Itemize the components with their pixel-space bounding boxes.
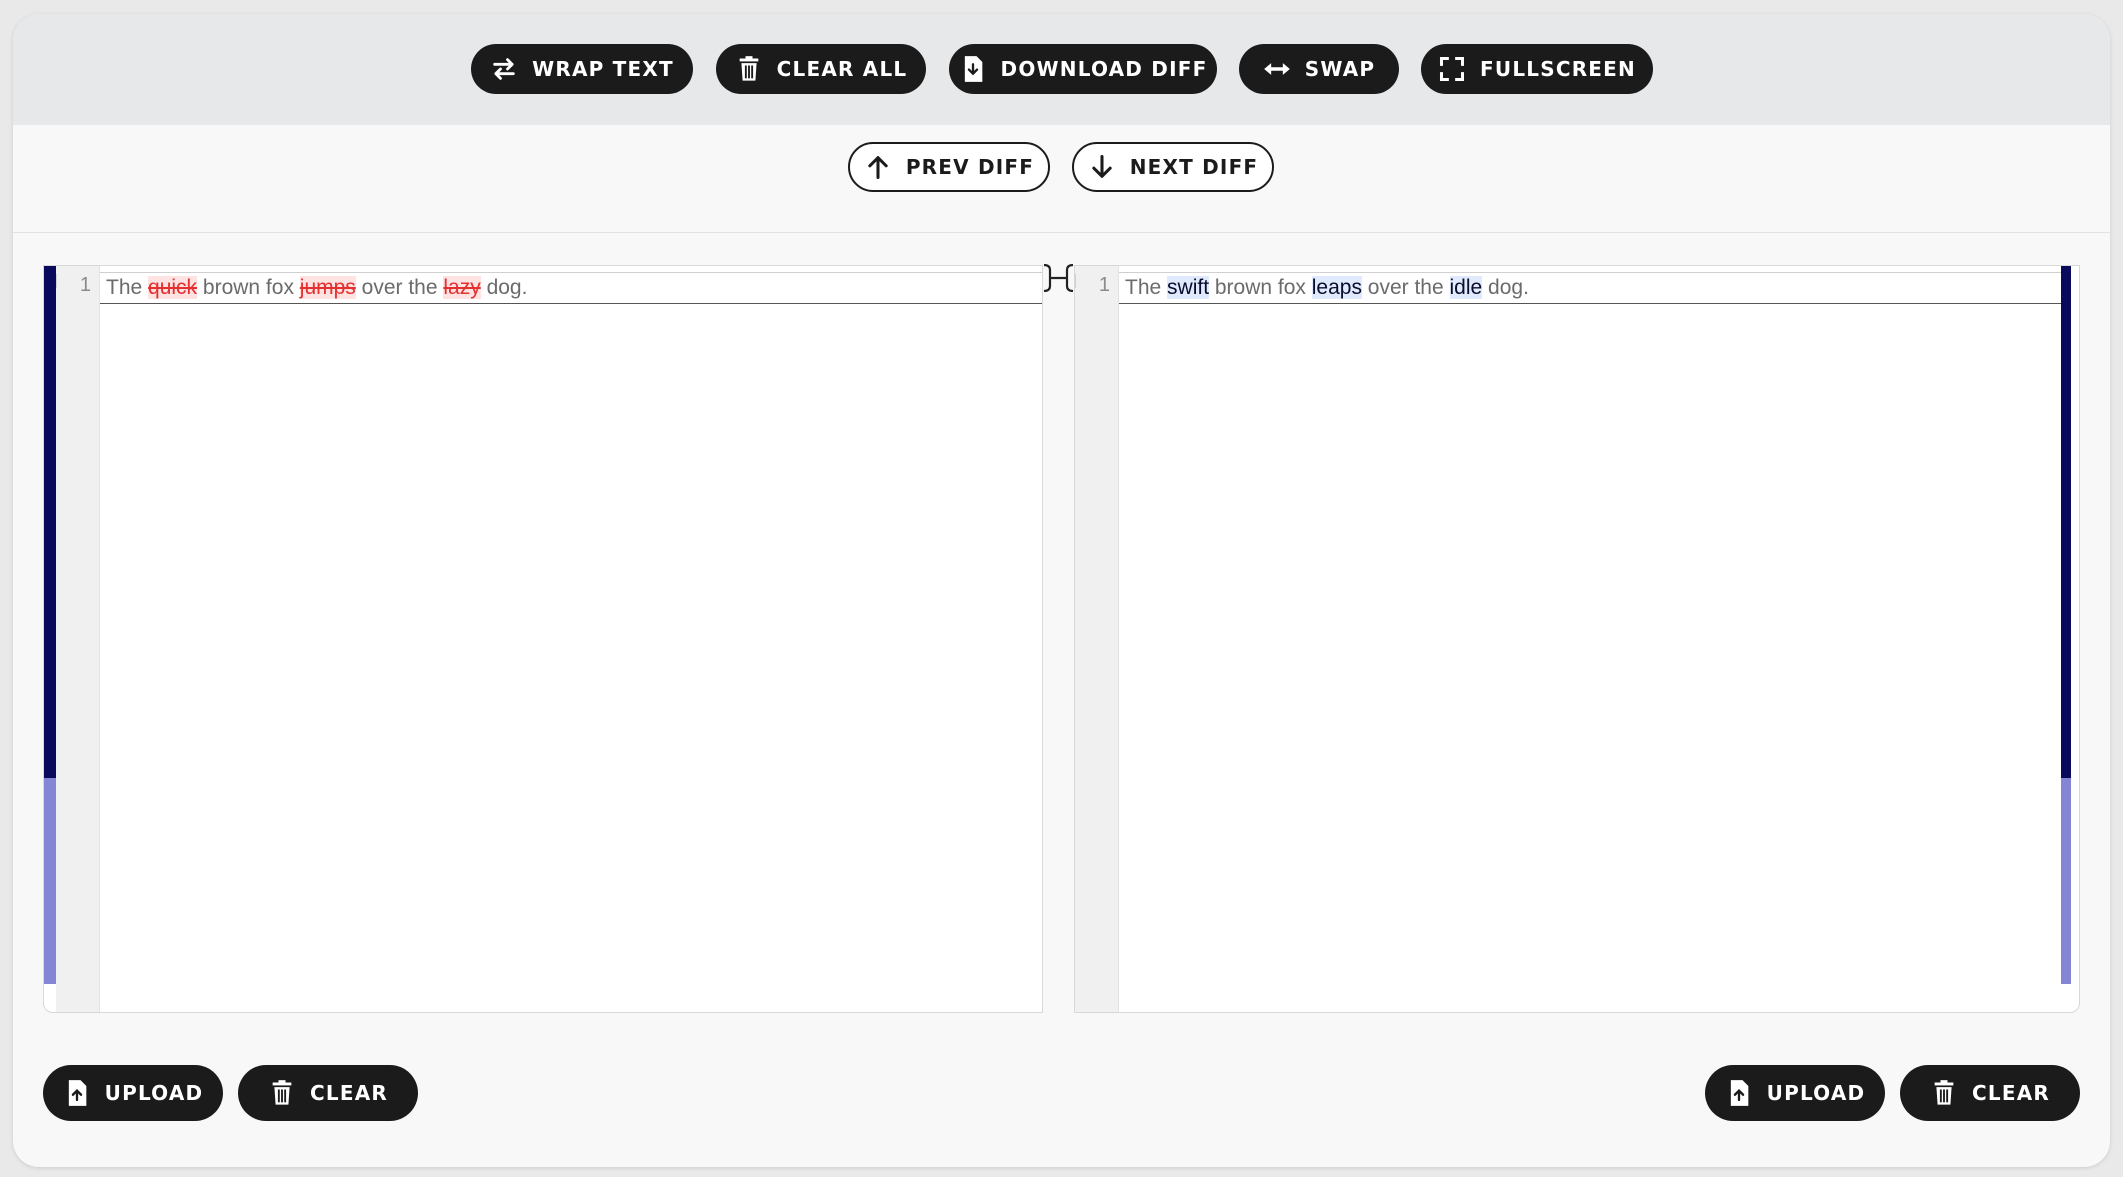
text-segment: The <box>1125 276 1168 299</box>
diff-navigation-bar: PREV DIFF NEXT DIFF <box>13 125 2110 233</box>
right-upload-button[interactable]: UPLOAD <box>1705 1065 1885 1121</box>
right-code-line[interactable]: The swift brown fox leaps over the idle … <box>1119 272 2065 304</box>
line-number: 1 <box>1098 274 1110 296</box>
clear-all-button[interactable]: CLEAR ALL <box>716 44 926 94</box>
deleted-word: jumps <box>299 276 356 299</box>
left-line-gutter: 1 <box>57 266 100 1012</box>
arrow-up-icon <box>864 153 892 181</box>
inserted-word: leaps <box>1311 276 1362 299</box>
wrap-text-label: WRAP TEXT <box>532 57 674 81</box>
left-clear-button[interactable]: CLEAR <box>238 1065 418 1121</box>
bottom-actions: UPLOAD CLEAR UPLOAD CLEAR <box>13 1034 2110 1167</box>
arrow-down-icon <box>1088 153 1116 181</box>
left-clear-label: CLEAR <box>310 1081 388 1105</box>
diff-connector-icon <box>1043 264 1074 292</box>
left-code-line[interactable]: The quick brown fox jumps over the lazy … <box>100 272 1042 304</box>
swap-arrows-icon <box>490 55 518 83</box>
prev-diff-label: PREV DIFF <box>905 155 1035 179</box>
changed-text-editor[interactable]: 1 The swift brown fox leaps over the idl… <box>1074 265 2080 1013</box>
fullscreen-button[interactable]: FULLSCREEN <box>1421 44 1653 94</box>
fullscreen-icon <box>1438 55 1466 83</box>
trash-icon <box>1930 1079 1958 1107</box>
horizontal-arrows-icon <box>1263 55 1291 83</box>
prev-diff-button[interactable]: PREV DIFF <box>848 142 1050 192</box>
right-overview-ruler[interactable] <box>2061 266 2071 984</box>
text-segment: over the <box>1361 276 1450 299</box>
text-segment: brown fox <box>1209 276 1312 299</box>
deleted-word: quick <box>148 276 198 299</box>
text-segment: dog. <box>480 276 528 299</box>
inserted-word: idle <box>1449 276 1483 299</box>
wrap-text-button[interactable]: WRAP TEXT <box>471 44 693 94</box>
original-text-editor[interactable]: 1 The quick brown fox jumps over the laz… <box>43 265 1043 1013</box>
swap-button[interactable]: SWAP <box>1239 44 1399 94</box>
top-toolbar: WRAP TEXT CLEAR ALL DOWNLOAD DIFF SWAP F… <box>13 14 2110 125</box>
file-download-icon <box>959 55 987 83</box>
text-segment: The <box>106 276 149 299</box>
right-line-gutter: 1 <box>1076 266 1119 1012</box>
diff-checker-card: WRAP TEXT CLEAR ALL DOWNLOAD DIFF SWAP F… <box>13 14 2110 1167</box>
next-diff-button[interactable]: NEXT DIFF <box>1072 142 1274 192</box>
trash-icon <box>268 1079 296 1107</box>
right-upload-label: UPLOAD <box>1766 1081 1866 1105</box>
right-clear-label: CLEAR <box>1972 1081 2050 1105</box>
download-diff-label: DOWNLOAD DIFF <box>1000 57 1208 81</box>
left-upload-button[interactable]: UPLOAD <box>43 1065 223 1121</box>
inserted-word: swift <box>1167 276 1210 299</box>
left-overview-ruler[interactable] <box>44 266 56 984</box>
clear-all-label: CLEAR ALL <box>776 57 908 81</box>
text-segment: dog. <box>1482 276 1529 299</box>
swap-label: SWAP <box>1304 57 1376 81</box>
fullscreen-label: FULLSCREEN <box>1480 57 1636 81</box>
text-segment: brown fox <box>197 276 300 299</box>
left-upload-label: UPLOAD <box>104 1081 204 1105</box>
download-diff-button[interactable]: DOWNLOAD DIFF <box>949 44 1217 94</box>
file-upload-icon <box>63 1079 91 1107</box>
right-clear-button[interactable]: CLEAR <box>1900 1065 2080 1121</box>
line-number: 1 <box>79 274 91 296</box>
deleted-word: lazy <box>443 276 481 299</box>
next-diff-label: NEXT DIFF <box>1129 155 1259 179</box>
trash-icon <box>735 55 763 83</box>
diff-editors: 1 The quick brown fox jumps over the laz… <box>43 250 2080 1013</box>
text-segment: over the <box>355 276 444 299</box>
file-upload-icon <box>1725 1079 1753 1107</box>
